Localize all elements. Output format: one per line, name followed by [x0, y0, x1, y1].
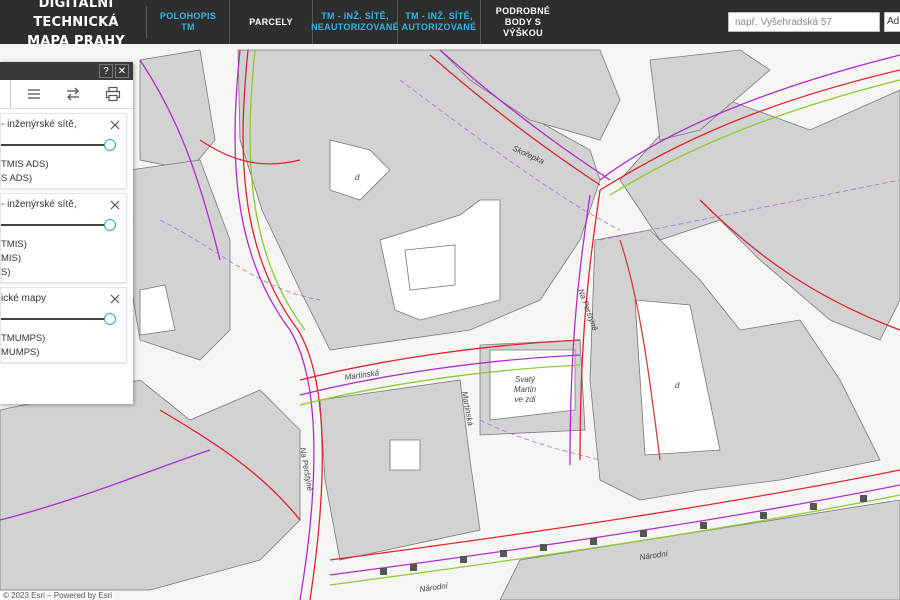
slider-knob[interactable] [104, 313, 116, 325]
app-header: DIGITÁLNÍ TECHNICKÁ MAPA PRAHY POLOHOPIS… [0, 0, 900, 49]
panel-close-button[interactable]: ✕ [115, 64, 129, 78]
legend-line: MUMPS) [1, 347, 40, 358]
layer-title: - inženýrské sítě, [1, 199, 77, 210]
help-button[interactable]: ? [99, 64, 113, 78]
panel-header: ? ✕ [0, 62, 133, 80]
slider-knob[interactable] [104, 139, 116, 151]
nav-label: POLOHOPIS TM [159, 11, 217, 32]
layer-list: - inženýrské sítě, TMIS ADS) S ADS) - in… [0, 109, 133, 363]
nav-label-2: AUTORIZOVANÉ [401, 22, 477, 32]
layer-remove-icon[interactable] [110, 294, 120, 304]
nav-label: TM - INŽ. SÍTĚ, [405, 11, 473, 21]
map-attribution: © 2023 Esri – Powered by Esri [0, 591, 116, 600]
opacity-slider[interactable] [1, 312, 118, 326]
legend-line: S) [1, 267, 11, 278]
address-search-input[interactable] [728, 12, 880, 32]
nav-label-2: NEAUTORIZOVANÉ [311, 22, 399, 32]
swap-icon[interactable] [65, 86, 81, 102]
church-label-line: Martin [514, 385, 537, 394]
brand-line-1: DIGITÁLNÍ TECHNICKÁ [33, 0, 119, 30]
legend-line: MIS) [1, 253, 22, 264]
nav-label-2: VÝŠKOU [503, 27, 543, 38]
nav-label: PODROBNÉ BODY S [495, 5, 551, 27]
print-icon[interactable] [105, 86, 121, 102]
church-label-line: Svatý [515, 375, 536, 384]
slider-track [1, 224, 110, 226]
legend-line: S ADS) [1, 173, 33, 184]
nav-site-autorizovane[interactable]: TM - INŽ. SÍTĚ, AUTORIZOVANÉ [398, 0, 481, 44]
brand-title[interactable]: DIGITÁLNÍ TECHNICKÁ MAPA PRAHY [0, 0, 146, 49]
church-label-line: ve zdi [515, 395, 536, 404]
layers-panel: ? ✕ - inženýrské sítě, TMIS ADS) S ADS) … [0, 62, 133, 404]
layers-list-icon[interactable] [26, 86, 42, 102]
legend-line: TMIS) [1, 239, 27, 250]
opacity-slider[interactable] [1, 138, 118, 152]
slider-track [1, 144, 110, 146]
layer-item: - inženýrské sítě, TMIS ADS) S ADS) [0, 113, 127, 189]
address-search-button[interactable]: Ad [884, 12, 900, 32]
nav-site-neautorizovane[interactable]: TM - INŽ. SÍTĚ, NEAUTORIZOVANÉ [311, 0, 399, 44]
layer-remove-icon[interactable] [110, 120, 120, 130]
legend-line: TMIS ADS) [1, 159, 49, 170]
nav-polohopis[interactable]: POLOHOPIS TM [147, 0, 230, 44]
active-tab-indicator [0, 80, 11, 108]
nav-label: TM - INŽ. SÍTĚ, [321, 11, 389, 21]
panel-toolbar [0, 80, 133, 109]
layer-remove-icon[interactable] [110, 200, 120, 210]
nav-podrobne-body[interactable]: PODROBNÉ BODY S VÝŠKOU [481, 0, 565, 44]
slider-knob[interactable] [104, 219, 116, 231]
legend-line: TMUMPS) [1, 333, 46, 344]
nav-parcely[interactable]: PARCELY [230, 0, 313, 44]
layer-title: - inženýrské sítě, [1, 119, 77, 130]
opacity-slider[interactable] [1, 218, 118, 232]
nav-label: PARCELY [249, 16, 293, 27]
layer-item: - inženýrské sítě, TMIS) MIS) S) [0, 193, 127, 283]
layer-title: ické mapy [1, 293, 47, 304]
parcel-letter: d [355, 173, 360, 182]
slider-track [1, 318, 110, 320]
main-nav: POLOHOPIS TM PARCELY TM - INŽ. SÍTĚ, NEAU… [147, 0, 565, 44]
technical-map[interactable]: Skořepka Martinská Martinská Na Perštýně… [0, 0, 900, 600]
layer-item: ické mapy TMUMPS) MUMPS) [0, 287, 127, 363]
brand-line-2: MAPA PRAHY [27, 33, 125, 49]
parcel-letter: d [675, 381, 680, 390]
